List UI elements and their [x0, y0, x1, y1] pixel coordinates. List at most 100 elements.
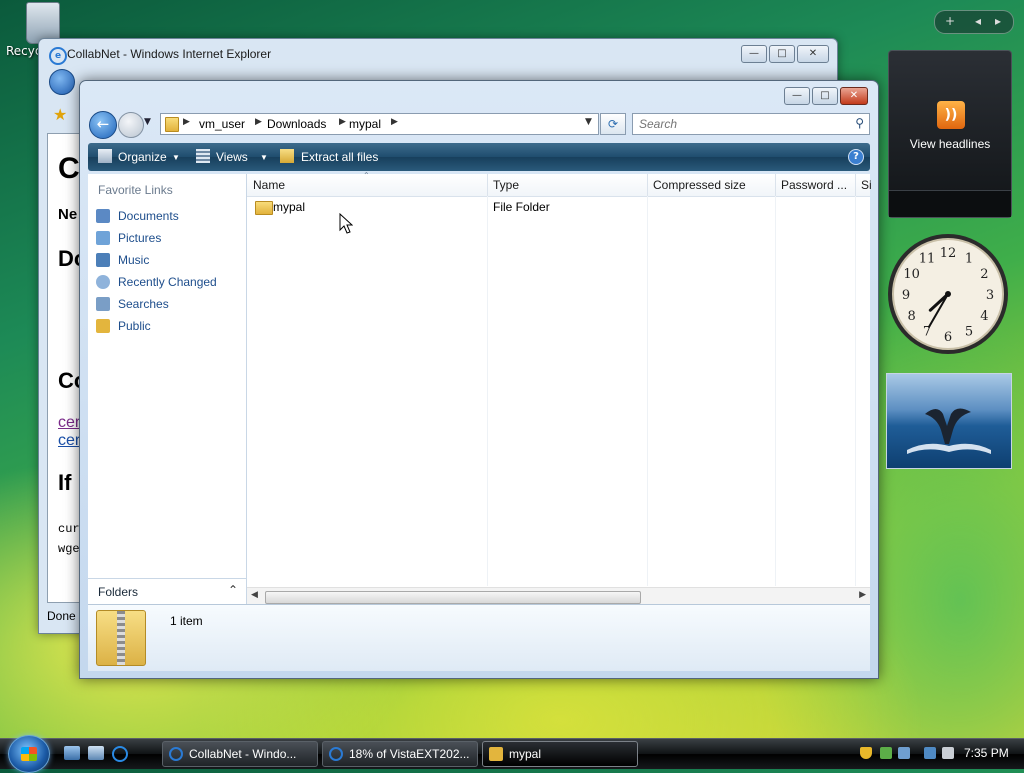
scrollbar-thumb[interactable]: [265, 591, 641, 604]
nav-link-searches[interactable]: Searches: [96, 294, 244, 314]
column-gridline: [487, 196, 488, 586]
favorites-star-icon[interactable]: ★: [53, 105, 67, 124]
recently-changed-icon: [96, 275, 110, 289]
chevron-down-icon[interactable]: ▼: [172, 153, 180, 162]
refresh-button[interactable]: ⟳: [600, 113, 626, 135]
show-desktop-icon[interactable]: [64, 746, 80, 760]
gadget-footer: [889, 190, 1011, 217]
search-input[interactable]: [637, 114, 841, 134]
help-icon[interactable]: ?: [848, 149, 864, 165]
folder-icon: [255, 201, 273, 215]
horizontal-scrollbar[interactable]: ◀ ▶: [247, 587, 870, 605]
breadcrumb-vm-user[interactable]: vm_user: [199, 117, 245, 131]
taskbar-clock[interactable]: 7:35 PM: [964, 746, 1009, 760]
ie-back-button[interactable]: [49, 69, 75, 95]
address-bar[interactable]: ▶ vm_user ▶ Downloads ▶ mypal ▶ ▼: [160, 113, 599, 135]
feed-headlines-gadget[interactable]: )) View headlines: [888, 50, 1012, 218]
ie-logo-icon: e: [49, 47, 67, 65]
nav-link-recently-changed[interactable]: Recently Changed: [96, 272, 244, 292]
scroll-left-arrow-icon[interactable]: ◀: [251, 590, 258, 600]
clock-center: [945, 291, 951, 297]
nav-link-public[interactable]: Public: [96, 316, 244, 336]
ie-window-title: CollabNet - Windows Internet Explorer: [67, 47, 272, 61]
clock-numeral: 6: [944, 330, 952, 345]
clock-gadget[interactable]: 12 1234567891011: [886, 232, 1010, 356]
breadcrumb-mypal[interactable]: mypal: [349, 117, 381, 131]
folders-label: Folders: [98, 585, 139, 599]
minimize-button[interactable]: —: [784, 87, 810, 105]
file-type: File Folder: [493, 200, 550, 214]
column-header-password[interactable]: Password ...: [781, 178, 847, 192]
back-button[interactable]: ←: [89, 111, 117, 139]
zip-folder-icon: [96, 610, 146, 666]
task-label: mypal: [509, 747, 542, 761]
network-icon[interactable]: [880, 747, 892, 759]
network-connection-icon[interactable]: [924, 747, 936, 759]
organize-icon: [98, 149, 112, 163]
next-page-button[interactable]: ▸: [995, 14, 1001, 28]
recent-pages-dropdown-icon[interactable]: ▼: [144, 117, 151, 127]
ie-close-button[interactable]: ✕: [797, 45, 829, 63]
extract-all-files-button[interactable]: Extract all files: [301, 150, 378, 164]
column-divider[interactable]: [647, 174, 648, 196]
folders-toggle[interactable]: Folders ⌃: [88, 578, 246, 605]
page-link[interactable]: cer: [58, 414, 80, 432]
folder-icon: [165, 117, 179, 132]
code-line: wge: [58, 542, 80, 556]
taskbar-button-download[interactable]: 18% of VistaEXT202...: [322, 741, 478, 767]
forward-button[interactable]: [118, 112, 144, 138]
update-icon[interactable]: [898, 747, 910, 759]
column-header-name[interactable]: Name: [253, 178, 285, 192]
ie-minimize-button[interactable]: —: [741, 45, 767, 63]
clock-numeral: 2: [980, 267, 988, 282]
chevron-down-icon[interactable]: ▼: [260, 153, 268, 162]
page-link[interactable]: cer: [58, 432, 80, 450]
chevron-up-icon[interactable]: ⌃: [228, 583, 238, 597]
clock-numeral: 4: [980, 309, 988, 324]
volume-muted-icon[interactable]: [942, 747, 954, 759]
folder-icon: [489, 747, 503, 761]
taskbar-button-mypal[interactable]: mypal: [482, 741, 638, 767]
nav-link-pictures[interactable]: Pictures: [96, 228, 244, 248]
switch-windows-icon[interactable]: [88, 746, 104, 760]
clock-numeral: 12: [940, 246, 957, 261]
add-gadget-button[interactable]: +: [945, 14, 955, 28]
taskbar-button-collabnet[interactable]: CollabNet - Windo...: [162, 741, 318, 767]
views-button[interactable]: Views: [216, 150, 248, 164]
ie-maximize-button[interactable]: □: [769, 45, 795, 63]
organize-button[interactable]: Organize: [118, 150, 167, 164]
start-button[interactable]: [8, 735, 50, 773]
search-icon[interactable]: ⚲: [855, 116, 864, 130]
chevron-right-icon[interactable]: ▶: [339, 117, 346, 127]
internet-explorer-icon[interactable]: [112, 746, 128, 762]
column-divider[interactable]: [855, 174, 856, 196]
ie-icon: [169, 747, 183, 761]
column-gridline: [855, 196, 856, 586]
maximize-button[interactable]: □: [812, 87, 838, 105]
explorer-window[interactable]: — □ ✕ ← ▼ ▶ vm_user ▶ Downloads ▶ mypal …: [79, 80, 879, 679]
column-header-compressed-size[interactable]: Compressed size: [653, 178, 746, 192]
chevron-right-icon[interactable]: ▶: [255, 117, 262, 127]
slideshow-gadget[interactable]: [886, 373, 1012, 469]
nav-link-documents[interactable]: Documents: [96, 206, 244, 226]
clock-numeral: 5: [965, 324, 973, 339]
clock-numeral: 8: [907, 309, 915, 324]
column-header-type[interactable]: Type: [493, 178, 519, 192]
chevron-right-icon[interactable]: ▶: [183, 117, 190, 127]
close-button[interactable]: ✕: [840, 87, 868, 105]
search-box[interactable]: ⚲: [632, 113, 870, 135]
view-headlines-link[interactable]: View headlines: [889, 137, 1011, 151]
security-shield-icon[interactable]: [860, 747, 872, 759]
column-divider[interactable]: [775, 174, 776, 196]
column-header-size[interactable]: Si: [861, 178, 872, 192]
breadcrumb-downloads[interactable]: Downloads: [267, 117, 326, 131]
chevron-down-icon[interactable]: ▼: [585, 117, 592, 127]
whale-tail-image: [907, 408, 991, 454]
nav-link-music[interactable]: Music: [96, 250, 244, 270]
chevron-right-icon[interactable]: ▶: [391, 117, 398, 127]
previous-page-button[interactable]: ◂: [975, 14, 981, 28]
column-divider[interactable]: [487, 174, 488, 196]
file-list[interactable]: Name ⌃ Type Compressed size Password ...…: [247, 171, 872, 605]
task-label: CollabNet - Windo...: [189, 747, 297, 761]
scroll-right-arrow-icon[interactable]: ▶: [859, 590, 866, 600]
